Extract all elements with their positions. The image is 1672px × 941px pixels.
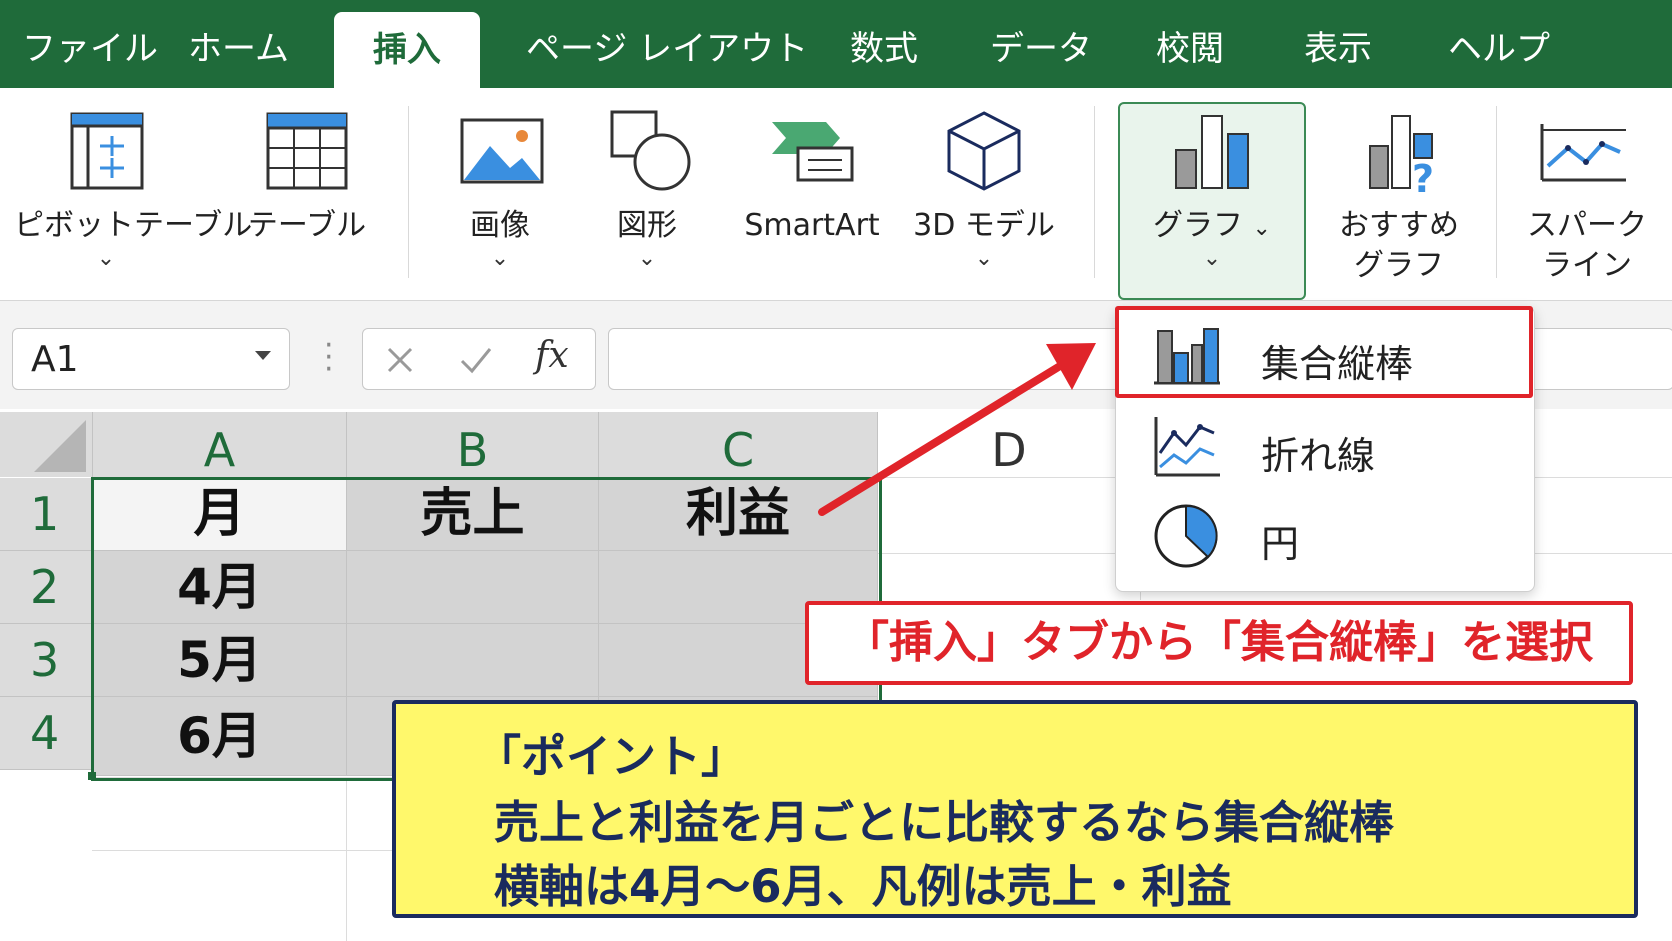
pivot-table-icon xyxy=(70,112,144,190)
gridline xyxy=(92,850,392,851)
recommended-charts-icon: ? xyxy=(1369,115,1434,194)
shapes-button[interactable]: 図形 ⌄ xyxy=(592,88,702,300)
pie-chart-icon xyxy=(1154,504,1218,568)
menu-item-label: 折れ線 xyxy=(1261,434,1376,478)
table-button[interactable]: テーブル xyxy=(232,88,382,300)
sparkline-icon xyxy=(1540,124,1626,182)
tab-review[interactable]: 校閲 xyxy=(1156,0,1224,88)
chart-icon xyxy=(1175,115,1249,189)
tab-file[interactable]: ファイル xyxy=(22,0,158,88)
3d-model-button[interactable]: 3D モデル ⌄ xyxy=(908,88,1060,300)
row-header-2[interactable]: 2 xyxy=(0,551,92,624)
column-header-a[interactable]: A xyxy=(93,412,347,477)
table-icon xyxy=(266,112,348,190)
recommended-charts-button[interactable]: ? おすすめ グラフ xyxy=(1330,88,1468,300)
chart-label-text: グラフ xyxy=(1153,208,1243,243)
tab-insert[interactable]: 挿入 xyxy=(334,12,480,88)
column-header-d[interactable]: D xyxy=(878,412,1140,477)
chevron-down-icon: ⌄ xyxy=(1202,246,1222,271)
tab-help[interactable]: ヘルプ xyxy=(1448,0,1550,88)
image-button[interactable]: 画像 ⌄ xyxy=(440,88,560,300)
smartart-button[interactable]: SmartArt xyxy=(738,88,886,300)
instruction-callout: 「挿入」タブから「集合縦棒」を選択 xyxy=(805,601,1633,685)
recommended-charts-label-1: おすすめ xyxy=(1339,208,1459,243)
chevron-down-icon: ⌄ xyxy=(1252,216,1271,241)
insert-function-icon[interactable]: fx xyxy=(535,335,569,376)
ribbon-separator xyxy=(1496,106,1497,278)
chevron-down-icon[interactable] xyxy=(255,351,271,360)
point-note-title: 「ポイント」 xyxy=(476,730,747,783)
line-chart-icon xyxy=(1154,417,1220,477)
chart-label: グラフ ⌄ xyxy=(1120,206,1304,249)
chevron-down-icon: ⌄ xyxy=(96,246,116,271)
tab-page-layout[interactable]: ページ レイアウト xyxy=(526,0,808,88)
sparklines-button[interactable]: スパーク ライン xyxy=(1512,88,1662,300)
cancel-icon[interactable] xyxy=(385,345,415,375)
more-options-icon[interactable]: · · · xyxy=(324,331,334,385)
sparklines-label-2: ライン xyxy=(1542,248,1632,283)
tab-home[interactable]: ホーム xyxy=(188,0,289,88)
ribbon-tab-bar: ファイル ホーム 挿入 ページ レイアウト 数式 データ 校閲 表示 ヘルプ xyxy=(0,0,1672,88)
pivot-table-button[interactable]: ピボットテーブル ⌄ xyxy=(14,88,253,300)
menu-item-line[interactable]: 折れ線 xyxy=(1116,403,1534,489)
clustered-column-highlight-frame xyxy=(1115,306,1533,398)
chart-button[interactable]: グラフ ⌄ ⌄ xyxy=(1120,88,1304,300)
shapes-label: 図形 xyxy=(617,208,677,243)
tab-view[interactable]: 表示 xyxy=(1304,0,1372,88)
confirm-check-icon[interactable] xyxy=(459,345,493,375)
menu-item-label: 円 xyxy=(1261,522,1300,566)
point-note-line-1: 売上と利益を月ごとに比較するなら集合縦棒 xyxy=(494,796,1395,849)
image-label: 画像 xyxy=(470,208,530,243)
gridline xyxy=(346,777,347,941)
column-header-c[interactable]: C xyxy=(599,412,878,477)
point-note: 「ポイント」 売上と利益を月ごとに比較するなら集合縦棒 横軸は4月～6月、凡例は… xyxy=(392,700,1638,918)
recommended-charts-label-2: グラフ xyxy=(1354,248,1444,283)
column-header-b[interactable]: B xyxy=(347,412,599,477)
tab-data[interactable]: データ xyxy=(990,0,1092,88)
row-header-1[interactable]: 1 xyxy=(0,478,92,551)
select-all-triangle-icon xyxy=(34,420,86,472)
3d-cube-icon xyxy=(947,111,1021,191)
image-icon xyxy=(460,118,544,184)
ribbon-insert: ピボットテーブル ⌄ テーブル 画像 ⌄ 図形 ⌄ SmartArt 3D モデ… xyxy=(0,88,1672,301)
fill-handle[interactable] xyxy=(88,772,96,780)
smartart-label: SmartArt xyxy=(744,208,880,243)
row-header-3[interactable]: 3 xyxy=(0,624,92,697)
sparklines-label-1: スパーク xyxy=(1527,208,1647,243)
chevron-down-icon: ⌄ xyxy=(974,246,994,271)
tab-formulas[interactable]: 数式 xyxy=(850,0,918,88)
3d-model-label: 3D モデル xyxy=(913,208,1055,243)
pivot-table-label: ピボットテーブル xyxy=(14,208,253,243)
name-box[interactable]: A1 xyxy=(12,328,290,390)
select-all-corner[interactable] xyxy=(0,412,93,477)
smartart-icon xyxy=(772,122,854,182)
ribbon-separator xyxy=(1094,106,1095,278)
point-note-line-2: 横軸は4月～6月、凡例は売上・利益 xyxy=(494,860,1232,913)
chevron-down-icon: ⌄ xyxy=(637,246,657,271)
ribbon-separator xyxy=(408,106,409,278)
row-header-4[interactable]: 4 xyxy=(0,697,92,770)
name-box-value: A1 xyxy=(31,339,79,380)
formula-buttons: fx xyxy=(362,328,596,390)
menu-item-pie[interactable]: 円 xyxy=(1116,491,1534,577)
shapes-icon xyxy=(610,110,691,191)
svg-text:?: ? xyxy=(1412,157,1434,194)
chevron-down-icon: ⌄ xyxy=(490,246,510,271)
table-label: テーブル xyxy=(247,208,367,243)
